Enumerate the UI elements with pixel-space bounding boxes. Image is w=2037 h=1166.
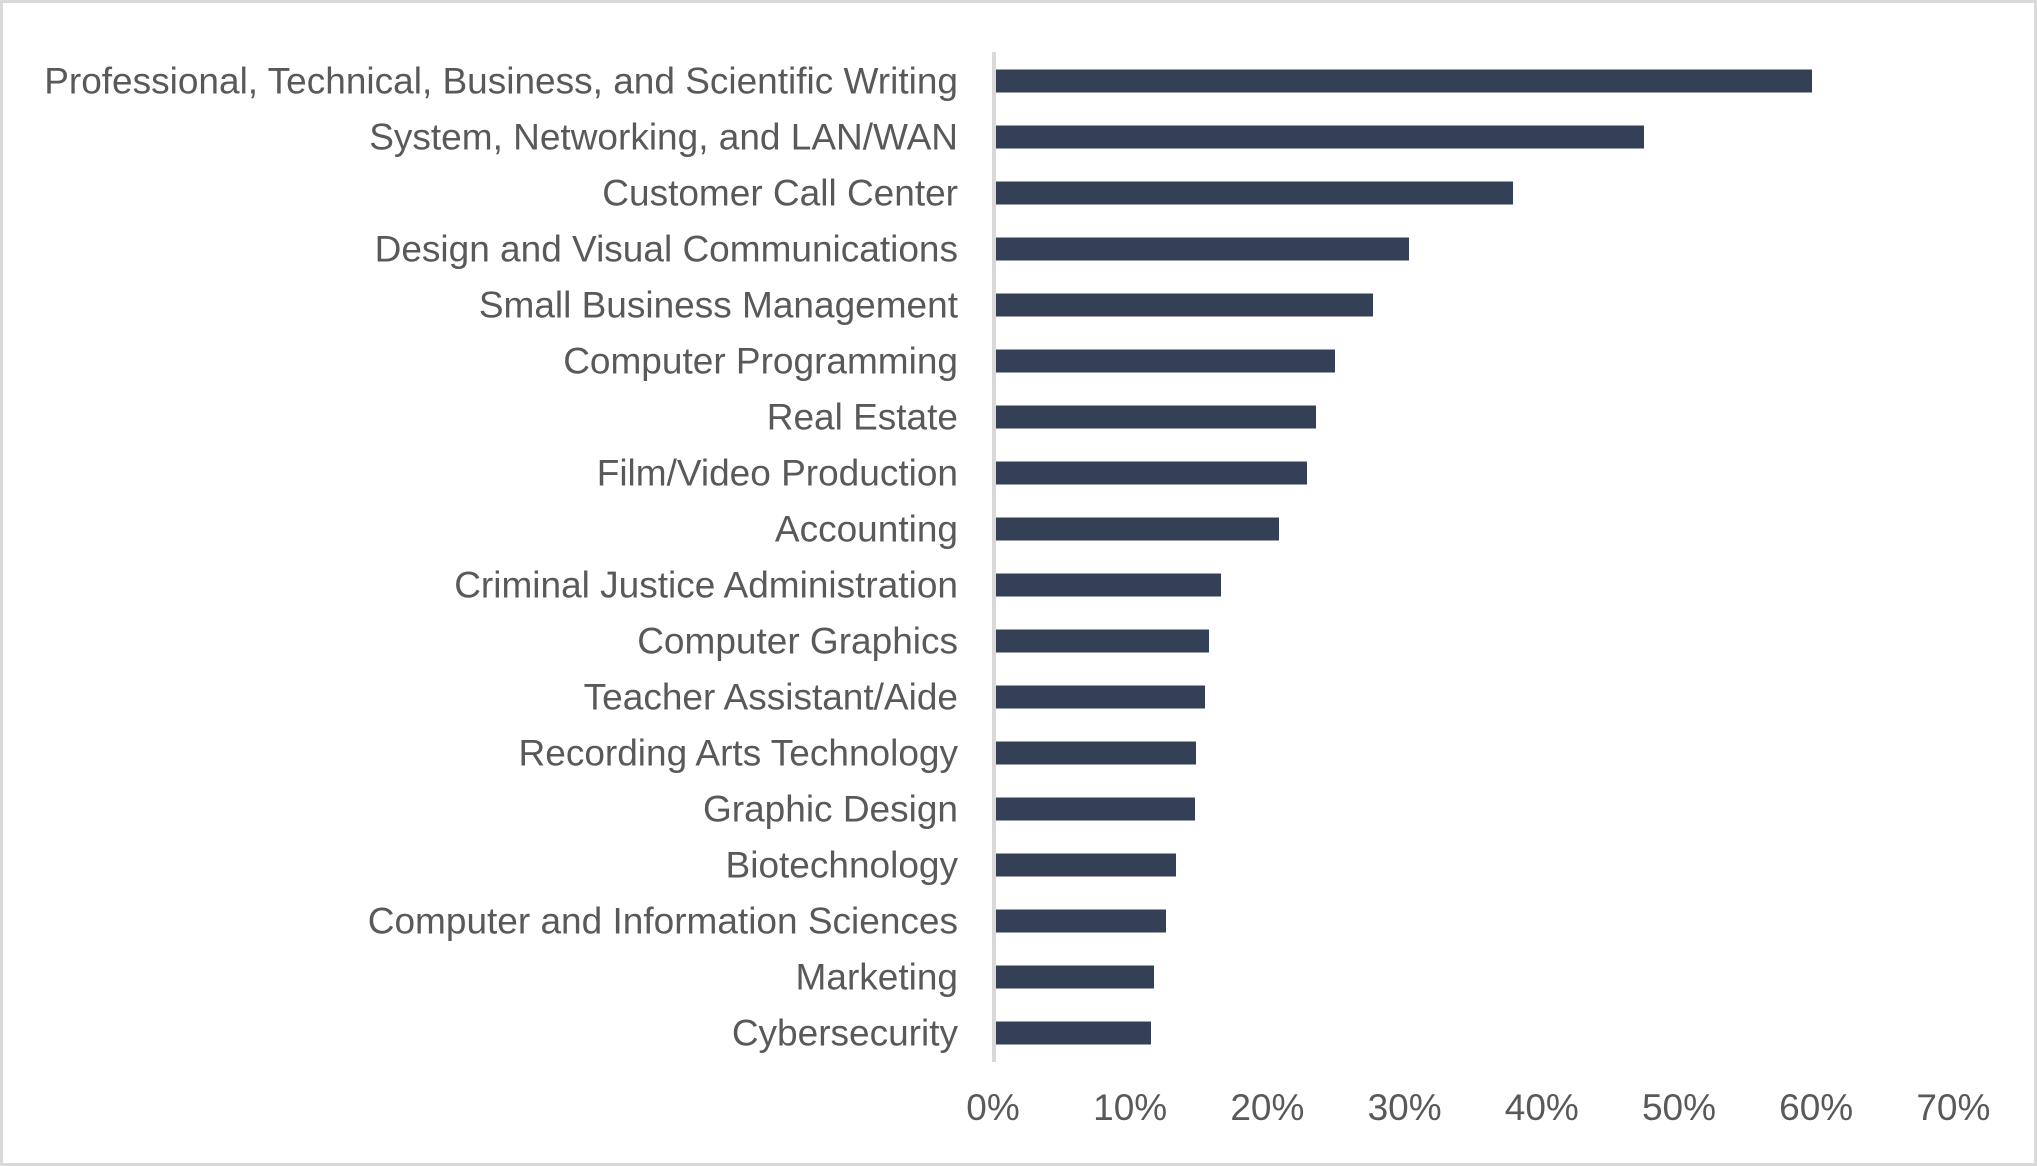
bar[interactable]: [996, 125, 1644, 149]
bar[interactable]: [996, 853, 1176, 877]
x-axis-tick-label: 50%: [1641, 1087, 1717, 1128]
category-label: Graphic Design: [702, 788, 958, 830]
category-label: Professional, Technical, Business, and S…: [44, 60, 958, 102]
bar[interactable]: [996, 909, 1167, 933]
bar[interactable]: [996, 573, 1221, 597]
bar[interactable]: [996, 965, 1154, 989]
x-axis-tick-label: 70%: [1916, 1087, 1991, 1128]
category-label: Customer Call Center: [602, 172, 958, 214]
bar[interactable]: [996, 741, 1197, 765]
bar[interactable]: [996, 629, 1209, 653]
category-label: Real Estate: [766, 396, 958, 438]
category-label: Marketing: [795, 956, 958, 998]
bar[interactable]: [996, 517, 1279, 541]
category-label: Cybersecurity: [731, 1012, 958, 1054]
category-label: Computer Graphics: [637, 620, 958, 662]
bar[interactable]: [996, 1021, 1152, 1045]
x-axis-tick-label: 20%: [1230, 1087, 1305, 1128]
category-label: System, Networking, and LAN/WAN: [369, 116, 958, 158]
category-label: Criminal Justice Administration: [454, 564, 958, 606]
bar[interactable]: [996, 237, 1409, 261]
bar[interactable]: [996, 461, 1308, 485]
category-label: Teacher Assistant/Aide: [583, 676, 958, 718]
bar[interactable]: [996, 685, 1205, 709]
bar[interactable]: [996, 293, 1374, 317]
category-label: Film/Video Production: [596, 452, 958, 494]
x-axis-tick-label: 30%: [1367, 1087, 1442, 1128]
bar[interactable]: [996, 797, 1195, 821]
category-label: Recording Arts Technology: [518, 732, 958, 774]
chart-frame: Professional, Technical, Business, and S…: [0, 0, 2037, 1166]
bar[interactable]: [996, 69, 1813, 93]
bar[interactable]: [996, 349, 1335, 373]
bar[interactable]: [996, 181, 1514, 205]
category-label: Accounting: [774, 508, 958, 550]
category-label: Small Business Management: [478, 284, 958, 326]
category-label: Computer Programming: [563, 340, 958, 382]
x-axis-tick-label: 10%: [1093, 1087, 1168, 1128]
bar-chart-plot-area: Professional, Technical, Business, and S…: [3, 3, 2034, 1163]
x-axis-tick-label: 40%: [1504, 1087, 1579, 1128]
category-label: Design and Visual Communications: [374, 228, 958, 270]
x-axis-tick-label: 60%: [1779, 1087, 1854, 1128]
x-axis-tick-label: 0%: [966, 1087, 1020, 1128]
category-label: Computer and Information Sciences: [367, 900, 958, 942]
bar[interactable]: [996, 405, 1316, 429]
category-label: Biotechnology: [725, 844, 958, 886]
